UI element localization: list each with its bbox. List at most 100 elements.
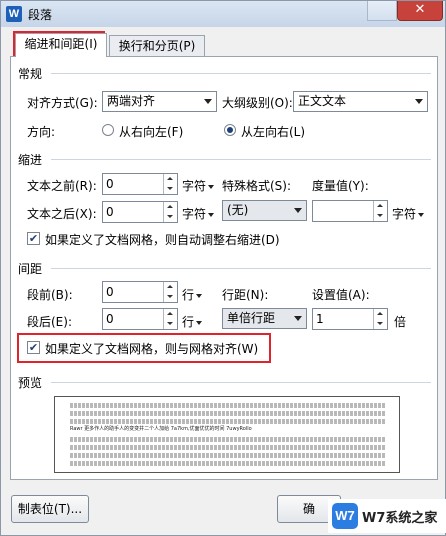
unit-text: 字符 [182, 179, 207, 193]
spin-down-icon[interactable] [164, 319, 177, 329]
spinner-buttons[interactable] [163, 309, 177, 329]
line-spacing-value: 单倍行距 [227, 311, 276, 325]
paragraph-dialog: W 段落 ✕ 缩进和间距(I) 换行和分页(P) 常规 对齐方式(G): 两端对… [0, 0, 446, 536]
spin-up-icon[interactable] [164, 309, 177, 319]
snap-to-grid-checkbox[interactable]: ✔ [27, 341, 40, 354]
help-button[interactable] [367, 1, 397, 21]
preview-sample-text: Rawr 更多作人的助手人的变变并二个人加给 7a7km,优面优优的时间 7uw… [70, 426, 252, 432]
tab-panel: 常规 对齐方式(G): 两端对齐 大纲级别(O): 正文文本 方向: 从右向左(… [10, 56, 438, 480]
spin-up-icon[interactable] [164, 282, 177, 292]
indent-after-label: 文本之后(X): [27, 207, 97, 221]
spinner-buttons[interactable] [373, 201, 387, 221]
rtl-label: 从右向左(F) [119, 125, 184, 139]
indent-before-unit[interactable]: 字符 [182, 177, 215, 194]
spin-down-icon[interactable] [164, 292, 177, 302]
alignment-value: 两端对齐 [107, 94, 156, 108]
snap-to-grid-label: 如果定义了文档网格，则与网格对齐(W) [45, 342, 259, 356]
section-divider [51, 159, 431, 160]
line-spacing-select[interactable]: 单倍行距 [222, 308, 307, 329]
direction-label: 方向: [27, 125, 56, 139]
site-watermark: W7 W7系统之家 [328, 499, 446, 533]
space-after-spinner[interactable]: 0 [102, 308, 178, 330]
space-before-spinner[interactable]: 0 [102, 281, 178, 303]
chevron-down-icon [204, 99, 212, 104]
section-preview-label: 预览 [18, 376, 43, 390]
spinner-buttons[interactable] [163, 174, 177, 194]
measure-unit[interactable]: 字符 [392, 205, 425, 222]
w7-logo-icon: W7 [332, 503, 358, 529]
indent-before-value: 0 [106, 177, 114, 191]
chevron-down-icon [415, 99, 423, 104]
spin-up-icon[interactable] [374, 201, 387, 211]
section-indent-label: 缩进 [18, 153, 43, 167]
ltr-label: 从左向右(L) [241, 125, 306, 139]
space-before-unit[interactable]: 行 [182, 286, 203, 303]
alignment-select[interactable]: 两端对齐 [102, 91, 217, 112]
outline-level-label: 大纲级别(O): [222, 96, 293, 110]
measure-label: 度量值(Y): [312, 179, 369, 193]
chevron-down-icon [294, 208, 302, 213]
set-value-spinner[interactable]: 1 [312, 308, 388, 330]
preview-prev-line [70, 419, 386, 424]
set-value-label: 设置值(A): [312, 288, 370, 302]
close-button[interactable]: ✕ [397, 1, 443, 21]
spin-up-icon[interactable] [374, 309, 387, 319]
section-general-label: 常规 [18, 67, 43, 81]
spinner-buttons[interactable] [163, 202, 177, 222]
indent-after-spinner[interactable]: 0 [102, 201, 178, 223]
unit-text: 字符 [392, 207, 417, 221]
special-format-value: (无) [227, 203, 249, 217]
spin-up-icon[interactable] [164, 174, 177, 184]
paragraph-preview: Rawr 更多作人的助手人的变变并二个人加给 7a7km,优面优优的时间 7uw… [54, 396, 400, 473]
measure-spinner[interactable] [312, 200, 388, 222]
outline-level-value: 正文文本 [298, 94, 347, 108]
rtl-radio[interactable] [102, 124, 114, 136]
set-value-value: 1 [316, 312, 324, 326]
checkmark-icon: ✔ [28, 341, 39, 354]
line-spacing-label: 行距(N): [222, 288, 269, 302]
spinner-buttons[interactable] [373, 309, 387, 329]
space-after-value: 0 [106, 312, 114, 326]
space-before-value: 0 [106, 285, 114, 299]
space-after-unit[interactable]: 行 [182, 313, 203, 330]
space-before-label: 段前(B): [27, 288, 73, 302]
indent-after-value: 0 [106, 205, 114, 219]
chevron-down-icon [208, 212, 215, 217]
section-divider [51, 382, 431, 383]
preview-prev-line [70, 411, 386, 416]
indent-after-unit[interactable]: 字符 [182, 205, 215, 222]
tab-stops-button[interactable]: 制表位(T)... [11, 495, 89, 523]
auto-indent-label: 如果定义了文档网格，则自动调整右缩进(D) [45, 233, 280, 247]
chevron-down-icon [196, 320, 203, 325]
special-format-label: 特殊格式(S): [222, 179, 292, 193]
indent-before-spinner[interactable]: 0 [102, 173, 178, 195]
title-bar: W 段落 ✕ [1, 1, 445, 27]
set-value-unit: 倍 [394, 315, 407, 329]
checkmark-icon: ✔ [28, 232, 39, 245]
section-divider [51, 268, 431, 269]
outline-level-select[interactable]: 正文文本 [293, 91, 428, 112]
alignment-label: 对齐方式(G): [27, 96, 98, 110]
spin-down-icon[interactable] [164, 212, 177, 222]
chevron-down-icon [196, 293, 203, 298]
spin-down-icon[interactable] [164, 184, 177, 194]
chevron-down-icon [418, 212, 425, 217]
spin-down-icon[interactable] [374, 211, 387, 221]
preview-next-line [70, 445, 386, 450]
auto-indent-checkbox[interactable]: ✔ [27, 232, 40, 245]
preview-next-line [70, 453, 386, 458]
preview-next-line [70, 437, 386, 442]
unit-text: 行 [182, 315, 195, 329]
tab-indent-spacing[interactable]: 缩进和间距(I) [15, 33, 107, 57]
indent-before-label: 文本之前(R): [27, 179, 97, 193]
dialog-title: 段落 [28, 8, 53, 22]
ltr-radio[interactable] [224, 124, 236, 136]
space-after-label: 段后(E): [27, 315, 72, 329]
spin-up-icon[interactable] [164, 202, 177, 212]
preview-next-line [70, 461, 386, 466]
tab-line-page-breaks[interactable]: 换行和分页(P) [109, 35, 205, 57]
spin-down-icon[interactable] [374, 319, 387, 329]
unit-text: 字符 [182, 207, 207, 221]
special-format-select[interactable]: (无) [222, 200, 307, 221]
spinner-buttons[interactable] [163, 282, 177, 302]
